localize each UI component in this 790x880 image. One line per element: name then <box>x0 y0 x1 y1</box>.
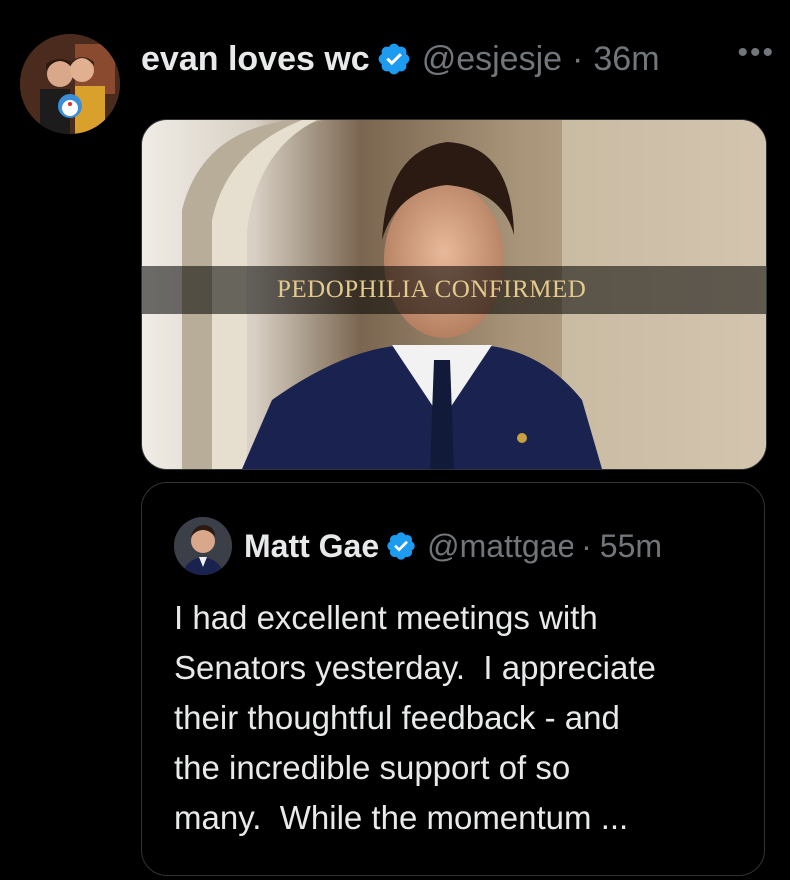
separator-dot: · <box>572 39 584 78</box>
quoted-tweet-header: Matt Gae @mattgae · 55m <box>174 517 734 575</box>
separator-dot: · <box>581 527 592 564</box>
quoted-tweet-card[interactable]: Matt Gae @mattgae · 55m I had excellent … <box>141 482 765 876</box>
author-handle[interactable]: @esjesje <box>422 40 562 79</box>
author-name[interactable]: evan loves wc <box>141 40 370 79</box>
verified-badge-icon <box>387 532 415 560</box>
tweet-timestamp[interactable]: 36m <box>593 40 659 79</box>
quoted-author-avatar-image <box>174 517 232 575</box>
media-caption: PEDOPHILIA CONFIRMED <box>142 266 766 314</box>
quoted-author-handle[interactable]: @mattgae <box>427 528 573 565</box>
author-avatar-image <box>20 34 120 134</box>
verified-badge-icon <box>378 43 410 75</box>
quoted-author-avatar[interactable] <box>174 517 232 575</box>
more-options-icon[interactable]: ••• <box>737 36 775 70</box>
tweet-header: evan loves wc @esjesje · 36m ••• <box>141 36 773 82</box>
quoted-tweet-text: I had excellent meetings with Senators y… <box>174 599 656 836</box>
quoted-tweet-timestamp[interactable]: 55m <box>600 528 662 565</box>
author-avatar[interactable] <box>20 34 120 134</box>
tweet-media-image[interactable]: PEDOPHILIA CONFIRMED <box>141 119 767 470</box>
quoted-author-name[interactable]: Matt Gae <box>244 528 379 565</box>
